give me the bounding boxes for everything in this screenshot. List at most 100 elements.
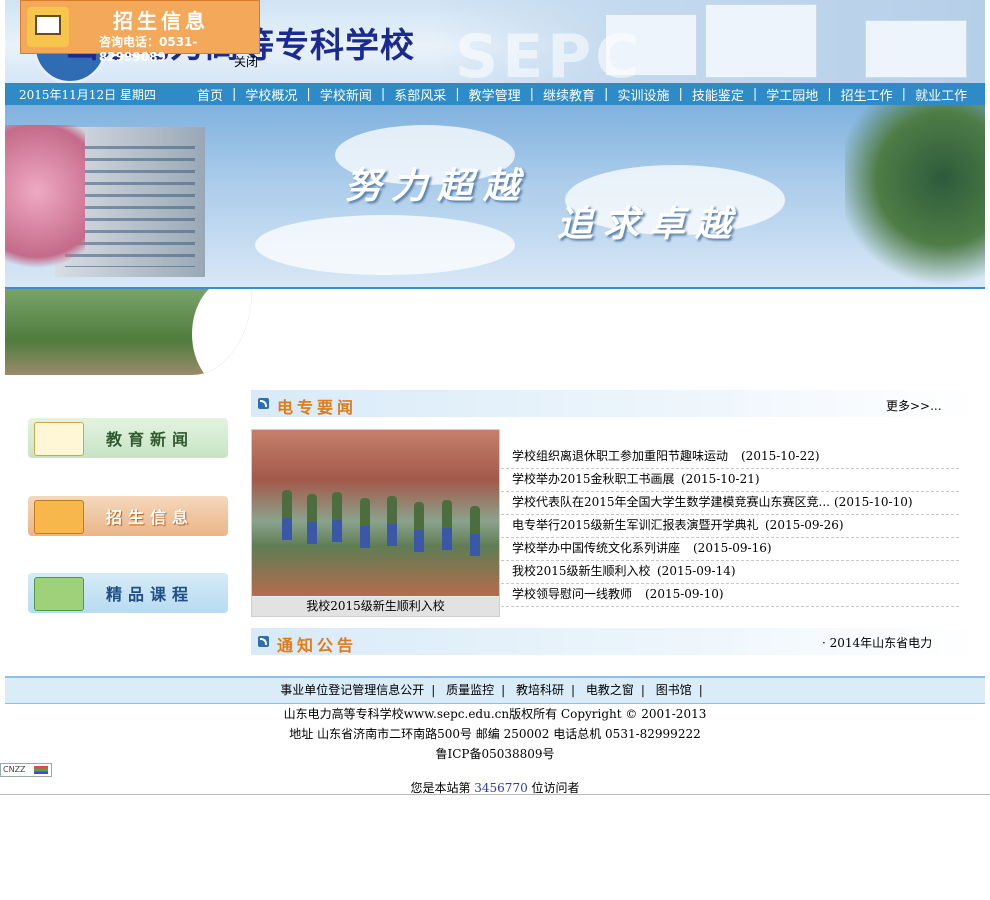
ad-close-button[interactable]: 关闭 — [234, 53, 258, 70]
admission-ad-popup[interactable]: 招生信息 咨询电话：0531-82999089 — [20, 0, 260, 64]
footer-copyright: 山东电力高等专科学校www.sepc.edu.cn版权所有 Copyright … — [283, 707, 707, 721]
news-title[interactable]: 学校举办中国传统文化系列讲座 — [512, 538, 680, 559]
photo-figure — [282, 490, 292, 540]
nav-link[interactable]: 招生工作 — [841, 85, 893, 104]
nav-separator: | — [752, 86, 758, 102]
photo-figure — [442, 500, 452, 550]
nav-link[interactable]: 学校概况 — [245, 85, 297, 104]
nav-item-student-affairs[interactable]: 学工园地 | — [766, 85, 840, 104]
military-training-photo — [252, 430, 499, 596]
nav-link[interactable]: 教学管理 — [469, 85, 521, 104]
news-title[interactable]: 学校举办2015金秋职工书画展 — [512, 469, 675, 490]
footer-separator: | — [431, 683, 436, 697]
news-item[interactable]: 学校代表队在2015年全国大学生数学建模竞赛山东赛区竞... (2015-10-1… — [501, 492, 959, 515]
nav-separator: | — [827, 86, 832, 102]
news-title[interactable]: 学校代表队在2015年全国大学生数学建模竞赛山东赛区竞... — [512, 492, 830, 513]
photo-figure — [387, 496, 397, 546]
nav-item-facilities[interactable]: 实训设施 | — [617, 85, 691, 104]
news-item[interactable]: 学校组织离退休职工参加重阳节趣味运动 (2015-10-22) — [501, 446, 959, 469]
nav-separator: | — [380, 86, 386, 102]
news-date: (2015-10-22) — [741, 449, 820, 463]
nav-link[interactable]: 技能鉴定 — [692, 85, 744, 104]
admission-info-button[interactable]: 招生信息 — [28, 496, 228, 536]
notebook-pen-icon — [34, 422, 84, 456]
header-building — [705, 4, 817, 78]
news-item[interactable]: 学校举办中国传统文化系列讲座 (2015-09-16) — [501, 538, 959, 561]
stat-bars-icon — [34, 766, 48, 774]
news-photo[interactable]: 我校2015级新生顺利入校 — [251, 429, 500, 617]
ad-title: 招生信息 — [113, 9, 209, 33]
footer-separator: | — [698, 683, 703, 697]
visitor-count: 3456770 — [474, 781, 528, 795]
news-title[interactable]: 电专举行2015级新生军训汇报表演暨开学典礼 — [512, 515, 759, 536]
nav-item-home[interactable]: 首页 | — [197, 85, 245, 104]
rss-icon — [258, 636, 269, 647]
sidebar-button-label: 招生信息 — [106, 508, 195, 527]
photo-figure — [360, 498, 370, 548]
current-date: 2015年11月12日 星期四 — [19, 88, 156, 102]
cnzz-stat-badge[interactable]: CNZZ — [0, 763, 52, 777]
news-item[interactable]: 我校2015级新生顺利入校 (2015-09-14) — [501, 561, 959, 584]
notice-section-title: 通知公告 — [277, 636, 358, 655]
nav-link[interactable]: 实训设施 — [617, 85, 669, 104]
banner-slogan-2: 追求卓越 — [557, 203, 742, 245]
computer-icon — [34, 500, 84, 534]
nav-item-skills[interactable]: 技能鉴定 | — [692, 85, 766, 104]
nav-item-employment[interactable]: 就业工作 — [915, 85, 967, 104]
news-item[interactable]: 学校举办2015金秋职工书画展 (2015-10-21) — [501, 469, 959, 492]
nav-item-departments[interactable]: 系部风采 | — [394, 85, 468, 104]
footer-separator: | — [640, 683, 645, 697]
photo-figure — [470, 506, 480, 556]
nav-link[interactable]: 就业工作 — [915, 85, 967, 104]
quality-courses-button[interactable]: 精品课程 — [28, 573, 228, 613]
footer-link-registration[interactable]: 事业单位登记管理信息公开 — [280, 683, 424, 697]
nav-item-teaching[interactable]: 教学管理 | — [469, 85, 543, 104]
news-date: (2015-09-10) — [645, 587, 724, 601]
nav-link[interactable]: 首页 — [197, 85, 223, 104]
footer-separator: | — [570, 683, 576, 697]
visitor-prefix: 您是本站第 — [410, 781, 475, 795]
visitor-suffix: 位访问者 — [527, 781, 580, 795]
photo-figure — [307, 494, 317, 544]
main-nav: 2015年11月12日 星期四 首页 | 学校概况 | 学校新闻 | 系部风采 | 教学… — [5, 83, 985, 105]
nav-item-continuing-edu[interactable]: 继续教育 | — [543, 85, 617, 104]
notice-scroll-item[interactable]: · 2014年山东省电力 — [822, 634, 932, 651]
nav-separator: | — [604, 86, 609, 102]
nav-separator: | — [306, 86, 311, 102]
page-bottom-rule — [0, 794, 990, 795]
news-item[interactable]: 电专举行2015级新生军训汇报表演暨开学典礼 (2015-09-26) — [501, 515, 959, 538]
footer-address: 地址 山东省济南市二环南路500号 邮编 250002 电话总机 0531-82… — [289, 727, 701, 741]
footer-links: 事业单位登记管理信息公开 | 质量监控 | 教培科研 | 电教之窗 | 图书馆 | — [5, 676, 985, 704]
news-section-header: 电专要闻 更多>>... — [251, 390, 981, 417]
nav-link[interactable]: 学校新闻 — [320, 85, 372, 104]
photo-figure — [414, 502, 424, 552]
news-title[interactable]: 学校领导慰问一线教师 — [512, 584, 632, 605]
header-building — [865, 20, 967, 78]
nav-link[interactable]: 系部风采 — [394, 85, 446, 104]
cnzz-label: CNZZ — [3, 765, 26, 774]
news-date: (2015-09-26) — [765, 518, 844, 532]
news-title[interactable]: 我校2015级新生顺利入校 — [512, 561, 651, 582]
nav-menu: 首页 | 学校概况 | 学校新闻 | 系部风采 | 教学管理 | 继续教育 | 实训设施 | … — [197, 83, 967, 105]
news-section-title: 电专要闻 — [277, 398, 358, 417]
education-news-button[interactable]: 教育新闻 — [28, 418, 228, 458]
nav-item-news[interactable]: 学校新闻 | — [320, 85, 394, 104]
rss-icon — [258, 398, 269, 409]
nav-item-admissions[interactable]: 招生工作 | — [841, 85, 915, 104]
banner-blossom-tree — [5, 125, 85, 289]
footer-link-research[interactable]: 教培科研 — [516, 683, 564, 697]
footer-link-media[interactable]: 电教之窗 — [586, 683, 634, 697]
news-date: (2015-09-14) — [657, 564, 736, 578]
news-more-link[interactable]: 更多>>... — [886, 397, 942, 414]
footer-icp[interactable]: 鲁ICP备05038809号 — [5, 745, 985, 762]
nav-item-overview[interactable]: 学校概况 | — [245, 85, 319, 104]
news-date: (2015-09-16) — [693, 541, 772, 555]
nav-link[interactable]: 学工园地 — [766, 85, 818, 104]
photo-caption[interactable]: 我校2015级新生顺利入校 — [252, 597, 499, 616]
footer-link-quality[interactable]: 质量监控 — [446, 683, 494, 697]
banner-slogan-1: 努力超越 — [345, 165, 530, 207]
nav-link[interactable]: 继续教育 — [543, 85, 595, 104]
footer-link-library[interactable]: 图书馆 — [656, 683, 692, 697]
news-title[interactable]: 学校组织离退休职工参加重阳节趣味运动 — [512, 446, 728, 467]
news-item[interactable]: 学校领导慰问一线教师 (2015-09-10) — [501, 584, 959, 607]
